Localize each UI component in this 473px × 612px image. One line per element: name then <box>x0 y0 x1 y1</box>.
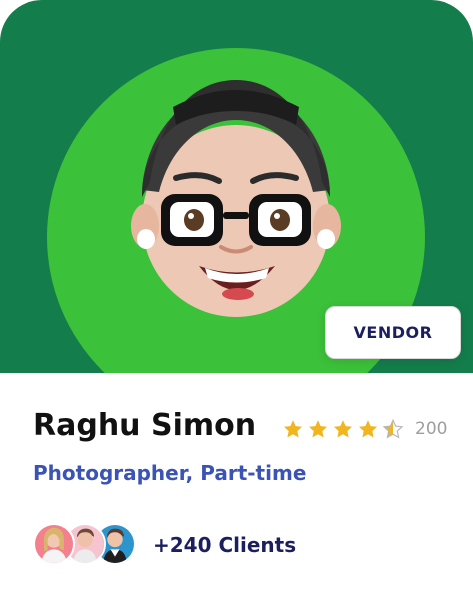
clients-count: +240 Clients <box>153 533 297 557</box>
star-icon <box>334 420 352 438</box>
star-icon <box>359 420 377 438</box>
star-half-icon <box>382 418 404 439</box>
vendor-badge: VENDOR <box>325 306 461 359</box>
profile-card[interactable]: VENDOR Raghu Simon 200 Photographer, Par… <box>0 0 473 612</box>
client-avatar-group <box>33 523 136 567</box>
rating: 200 <box>282 418 447 440</box>
star-icon <box>284 420 302 438</box>
clients-summary: +240 Clients <box>33 523 296 567</box>
profile-name: Raghu Simon <box>33 408 257 443</box>
star-icon <box>309 420 327 438</box>
profile-info: Raghu Simon 200 Photographer, Part-time … <box>0 373 473 612</box>
client-avatar-icon <box>33 523 75 565</box>
profile-hero: VENDOR <box>0 0 473 373</box>
rating-count: 200 <box>415 419 448 439</box>
profile-role: Photographer, Part-time <box>33 461 307 485</box>
